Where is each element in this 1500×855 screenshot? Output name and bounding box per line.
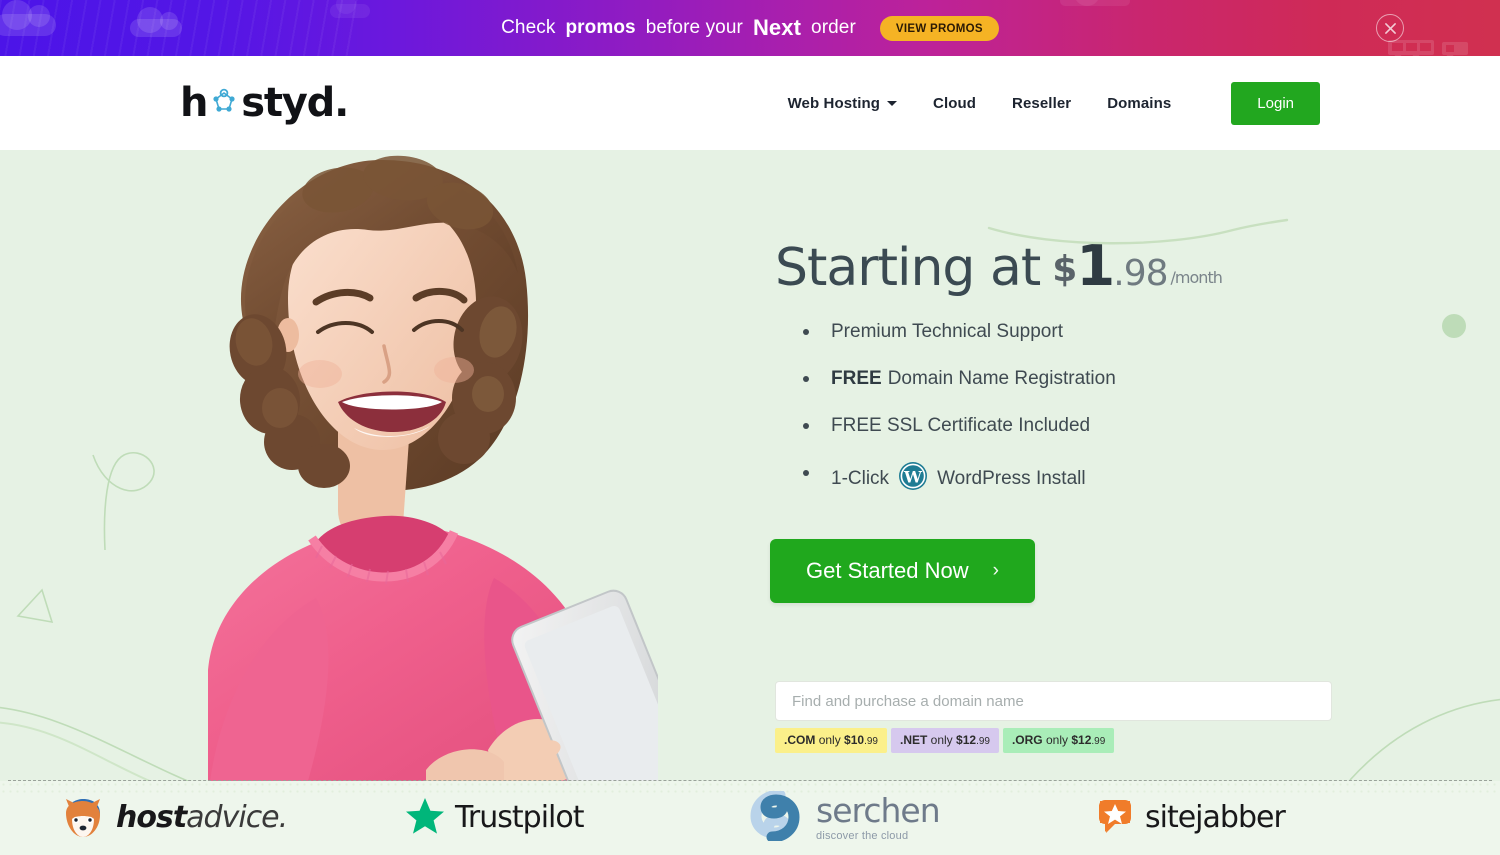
hero-section: Starting at $ 1 .98 /month Premium Techn… [0, 150, 1500, 781]
tld-only: only [930, 733, 953, 747]
nav-item-web-hosting[interactable]: Web Hosting [787, 94, 898, 112]
review-logo-bar: hostadvice. Trustpilot serchen discover … [0, 781, 1500, 855]
promo-text-promos: promos [565, 17, 636, 38]
serchen-wordmark: serchen [816, 791, 941, 830]
cloud-icon [1060, 0, 1130, 6]
serchen-tagline: discover the cloud [816, 830, 909, 842]
promo-banner: Check promos before your Next order VIEW… [0, 0, 1500, 56]
hostadvice-name-thin: advice. [186, 800, 288, 835]
promo-text-suffix: order [811, 17, 856, 38]
main-navigation: Web Hosting Cloud Reseller Domains Login [787, 81, 1320, 125]
hero-feature-list: Premium Technical Support FREE Domain Na… [803, 319, 1375, 498]
sitejabber-star-bubble-icon [1095, 796, 1135, 841]
tld-only: only [1045, 733, 1068, 747]
chevron-right-icon: › [992, 560, 999, 581]
tld-badge-net[interactable]: .NET only $12.99 [890, 728, 999, 753]
hostadvice-fox-icon [60, 793, 106, 844]
tld-price: $12 [956, 733, 977, 747]
nav-item-domains[interactable]: Domains [1107, 95, 1171, 112]
logo-text-part2: styd. [241, 80, 349, 126]
tld-badge-com[interactable]: .COM only $10.99 [775, 728, 887, 753]
price-underline-swoosh [987, 218, 1289, 245]
nav-label-web-hosting: Web Hosting [787, 94, 881, 112]
close-icon[interactable] [1376, 14, 1404, 42]
tld-only: only [818, 733, 841, 747]
tld-price: $12 [1071, 733, 1092, 747]
review-logo-sitejabber[interactable]: sitejabber [1095, 796, 1440, 841]
review-logo-trustpilot[interactable]: Trustpilot [405, 796, 750, 841]
login-button[interactable]: Login [1231, 81, 1320, 125]
domain-search-input[interactable] [775, 681, 1332, 721]
promo-text-mid: before your [645, 17, 743, 38]
trustpilot-wordmark: Trustpilot [455, 800, 584, 835]
nav-item-cloud[interactable]: Cloud [933, 95, 976, 112]
hero-content: Starting at $ 1 .98 /month Premium Techn… [770, 150, 1375, 753]
banner-ray-decoration [0, 0, 360, 56]
get-started-button[interactable]: Get Started Now › [770, 539, 1035, 603]
network-node-icon [207, 82, 241, 116]
tld-name: .NET [899, 733, 928, 747]
feature-text: Domain Name Registration [887, 368, 1116, 389]
feature-item: FREE Domain Name Registration [803, 366, 1375, 392]
logo-text-part1: h [180, 80, 208, 126]
headline-period: /month [1170, 268, 1223, 287]
trustpilot-star-icon [405, 796, 445, 841]
svg-text:W: W [903, 468, 923, 487]
promo-text-prefix: Check [501, 17, 556, 38]
tld-name: .COM [784, 733, 816, 747]
nav-label-reseller: Reseller [1012, 94, 1072, 112]
hostadvice-name-bold: host [116, 800, 187, 835]
tld-price: $10 [844, 733, 865, 747]
serchen-swirl-icon [750, 789, 806, 846]
truck-icon [1388, 40, 1468, 56]
wordpress-icon: W [898, 461, 928, 499]
view-promos-button[interactable]: VIEW PROMOS [879, 15, 999, 41]
nav-item-reseller[interactable]: Reseller [1012, 95, 1071, 112]
feature-item: FREE SSL Certificate Included [803, 413, 1375, 439]
tld-cents: .99 [1091, 736, 1106, 747]
review-logo-serchen[interactable]: serchen discover the cloud [750, 789, 1095, 846]
logo-wordmark: h styd. [180, 80, 349, 126]
feature-text: WordPress Install [937, 468, 1086, 489]
feature-text: FREE SSL Certificate Included [831, 415, 1091, 436]
tld-badge-org[interactable]: .ORG only $12.99 [1002, 728, 1115, 753]
review-logo-hostadvice[interactable]: hostadvice. [60, 793, 405, 844]
feature-item: 1-Click W WordPress Install [803, 460, 1375, 498]
nav-label-domains: Domains [1107, 94, 1172, 112]
cta-label: Get Started Now [806, 558, 969, 583]
close-x-glyph [1384, 22, 1396, 34]
feature-item: Premium Technical Support [803, 319, 1375, 345]
hero-dashed-divider [8, 780, 1492, 781]
site-logo[interactable]: h styd. [180, 80, 349, 126]
sitejabber-wordmark: sitejabber [1145, 800, 1286, 835]
feature-text: Premium Technical Support [831, 321, 1063, 342]
headline-currency: $ [1052, 249, 1077, 290]
nav-label-cloud: Cloud [933, 94, 977, 112]
headline-price-cents: .98 [1113, 253, 1168, 294]
hero-portrait-image [188, 150, 658, 781]
tld-name: .ORG [1011, 733, 1043, 747]
chevron-down-icon [887, 100, 898, 106]
domain-search-widget: .COM only $10.99 .NET only $12.99 .ORG o… [775, 681, 1332, 753]
tld-price-badges: .COM only $10.99 .NET only $12.99 .ORG o… [775, 728, 1332, 753]
serchen-wordmark-group: serchen discover the cloud [816, 791, 941, 842]
site-header: h styd. Web Hosting Cloud Reseller Domai… [0, 56, 1500, 150]
promo-text-next: Next [752, 15, 802, 40]
feature-emphasis: FREE [831, 368, 882, 389]
tld-cents: .99 [864, 736, 878, 747]
hostadvice-wordmark: hostadvice. [116, 800, 288, 835]
feature-text-before: 1-Click [831, 468, 890, 489]
tld-cents: .99 [976, 736, 990, 747]
promo-banner-message: Check promos before your Next order VIEW… [501, 15, 999, 41]
